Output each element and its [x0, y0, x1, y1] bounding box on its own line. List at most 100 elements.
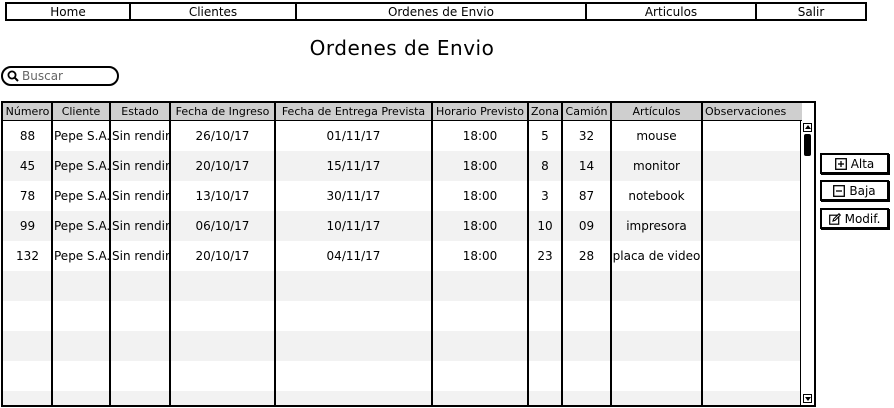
search-input[interactable] [22, 69, 112, 83]
cell-horario: 18:00 [462, 219, 498, 233]
scroll-up-arrow-icon[interactable] [803, 123, 812, 132]
scroll-down-arrow-icon[interactable] [803, 394, 812, 403]
cell-observaciones [702, 211, 802, 241]
cell-zona: 23 [537, 249, 553, 263]
cell-numero: 99 [19, 219, 36, 233]
table-row-empty [3, 361, 802, 391]
vertical-scrollbar[interactable] [800, 121, 814, 405]
column-divider [431, 103, 433, 405]
minus-box-icon [833, 184, 846, 197]
cell-cliente: Pepe S.A. [54, 219, 110, 233]
top-nav: Home Clientes Ordenes de Envio Articulos… [5, 2, 867, 21]
cell-horario: 18:00 [462, 129, 498, 143]
search-box[interactable] [1, 66, 119, 86]
cell-zona: 8 [541, 159, 549, 173]
table-row-empty [3, 331, 802, 361]
page-title: Ordenes de Envio [309, 36, 495, 60]
nav-home[interactable]: Home [7, 4, 131, 19]
cell-articulos: mouse [636, 129, 677, 143]
column-header-zona[interactable]: Zona [528, 103, 562, 120]
table-row-empty [3, 301, 802, 331]
cell-fecha-ingreso: 26/10/17 [195, 129, 250, 143]
cell-zona: 5 [541, 129, 549, 143]
baja-button[interactable]: Baja [820, 180, 889, 201]
cell-cliente: Pepe S.A. [54, 129, 110, 143]
column-header-numero[interactable]: Número [3, 103, 52, 120]
scroll-thumb[interactable] [804, 134, 811, 156]
nav-ordenes-de-envio[interactable]: Ordenes de Envio [297, 4, 587, 19]
orders-table: Número Cliente Estado Fecha de Ingreso F… [1, 101, 816, 407]
cell-observaciones [702, 181, 802, 211]
column-divider [701, 103, 703, 405]
cell-estado: Sin rendir [112, 189, 170, 203]
cell-estado: Sin rendir [112, 219, 170, 233]
cell-zona: 10 [537, 219, 553, 233]
table-row[interactable]: 88 Pepe S.A. Sin rendir 26/10/17 01/11/1… [3, 121, 802, 151]
modif-button[interactable]: Modif. [820, 208, 889, 229]
nav-clientes[interactable]: Clientes [131, 4, 297, 19]
cell-estado: Sin rendir [112, 159, 170, 173]
cell-numero: 88 [19, 129, 36, 143]
column-divider [109, 103, 111, 405]
column-header-fecha-ingreso[interactable]: Fecha de Ingreso [170, 103, 275, 120]
cell-estado: Sin rendir [112, 129, 170, 143]
cell-fecha-ingreso: 20/10/17 [195, 249, 250, 263]
cell-articulos: placa de video [612, 249, 701, 263]
column-header-cliente[interactable]: Cliente [52, 103, 110, 120]
column-header-camion[interactable]: Camión [562, 103, 611, 120]
column-header-observaciones[interactable]: Observaciones [702, 103, 802, 120]
cell-camion: 14 [578, 159, 595, 173]
baja-label: Baja [849, 183, 876, 198]
cell-fecha-entrega: 15/11/17 [326, 159, 381, 173]
table-body: 88 Pepe S.A. Sin rendir 26/10/17 01/11/1… [3, 121, 802, 405]
column-header-estado[interactable]: Estado [110, 103, 170, 120]
column-divider [51, 103, 53, 405]
column-divider [610, 103, 612, 405]
cell-fecha-ingreso: 06/10/17 [195, 219, 250, 233]
edit-pencil-icon [828, 212, 841, 225]
cell-numero: 78 [19, 189, 36, 203]
table-row[interactable]: 78 Pepe S.A. Sin rendir 13/10/17 30/11/1… [3, 181, 802, 211]
cell-camion: 87 [578, 189, 595, 203]
column-divider [527, 103, 529, 405]
nav-salir[interactable]: Salir [757, 4, 865, 19]
cell-camion: 09 [578, 219, 595, 233]
table-row[interactable]: 45 Pepe S.A. Sin rendir 20/10/17 15/11/1… [3, 151, 802, 181]
cell-fecha-ingreso: 20/10/17 [195, 159, 250, 173]
column-divider [274, 103, 276, 405]
cell-camion: 28 [578, 249, 595, 263]
cell-horario: 18:00 [462, 249, 498, 263]
cell-observaciones [702, 151, 802, 181]
cell-observaciones [702, 121, 802, 151]
cell-fecha-entrega: 10/11/17 [326, 219, 381, 233]
cell-fecha-entrega: 04/11/17 [326, 249, 381, 263]
cell-fecha-entrega: 30/11/17 [326, 189, 381, 203]
column-header-fecha-entrega[interactable]: Fecha de Entrega Prevista [275, 103, 432, 120]
table-header: Número Cliente Estado Fecha de Ingreso F… [3, 103, 802, 121]
nav-articulos[interactable]: Articulos [587, 4, 757, 19]
cell-horario: 18:00 [462, 159, 498, 173]
table-row-empty [3, 391, 802, 405]
search-icon [7, 70, 19, 82]
column-divider [169, 103, 171, 405]
cell-observaciones [702, 241, 802, 271]
modif-label: Modif. [844, 211, 881, 226]
table-row[interactable]: 132 Pepe S.A. Sin rendir 20/10/17 04/11/… [3, 241, 802, 271]
cell-numero: 132 [16, 249, 39, 263]
cell-articulos: notebook [628, 189, 685, 203]
alta-button[interactable]: Alta [820, 153, 889, 174]
cell-articulos: impresora [626, 219, 687, 233]
column-divider [561, 103, 563, 405]
cell-cliente: Pepe S.A. [54, 159, 110, 173]
table-row[interactable]: 99 Pepe S.A. Sin rendir 06/10/17 10/11/1… [3, 211, 802, 241]
cell-articulos: monitor [633, 159, 680, 173]
column-header-horario[interactable]: Horario Previsto [432, 103, 528, 120]
cell-fecha-entrega: 01/11/17 [326, 129, 381, 143]
alta-label: Alta [850, 156, 875, 171]
cell-fecha-ingreso: 13/10/17 [195, 189, 250, 203]
column-header-articulos[interactable]: Artículos [611, 103, 702, 120]
cell-zona: 3 [541, 189, 549, 203]
cell-estado: Sin rendir [112, 249, 170, 263]
cell-camion: 32 [578, 129, 595, 143]
table-row-empty [3, 271, 802, 301]
